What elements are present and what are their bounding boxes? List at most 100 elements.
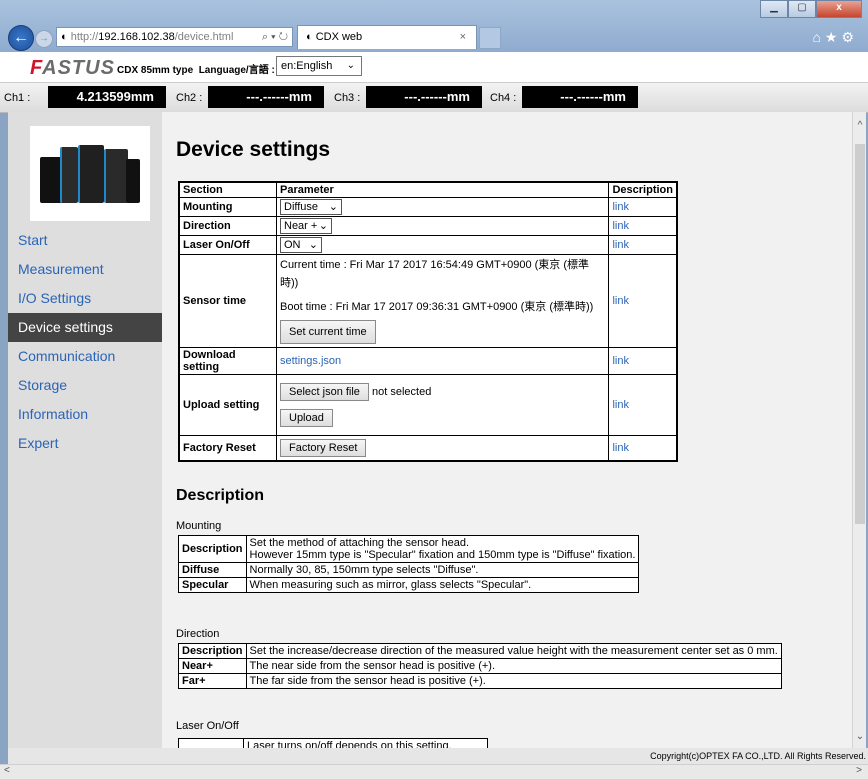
desc-key: Far+ <box>178 673 247 689</box>
table-row: Diffuse Normally 30, 85, 150mm type sele… <box>178 562 640 578</box>
sidebar-item-communication[interactable]: Communication <box>8 342 162 371</box>
table-row: Near+ The near side from the sensor head… <box>178 658 782 674</box>
ch2-value: ---.------mm <box>208 86 324 108</box>
chevron-down-icon: ⌄ <box>346 60 355 71</box>
browser-titlebar: ▁ ▢ x ← → ◐ http://192.168.102.38/device… <box>0 0 868 52</box>
forward-arrow-icon[interactable]: → <box>35 30 53 48</box>
fastus-logo: FASTUS <box>30 57 115 79</box>
channel-bar: Ch1 : 4.213599mm Ch2 : ---.------mm Ch3 … <box>0 83 868 113</box>
desc-text: Set the increase/decrease direction of t… <box>245 643 782 659</box>
table-row: Specular When measuring such as mirror, … <box>178 577 640 593</box>
sidebar-item-io-settings[interactable]: I/O Settings <box>8 284 162 313</box>
sidebar-item-start[interactable]: Start <box>8 226 162 255</box>
laser-link[interactable]: link <box>612 239 629 251</box>
url-prefix: http:// <box>70 31 99 43</box>
direction-link[interactable]: link <box>612 220 629 232</box>
back-arrow-icon[interactable]: ← <box>8 25 34 51</box>
mounting-desc-table: Description Set the method of attaching … <box>178 535 640 593</box>
description-title: Description <box>176 487 265 504</box>
sidebar-item-device-settings[interactable]: Device settings <box>8 313 162 342</box>
browser-navbar: ← → ◐ http://192.168.102.38/device.html … <box>0 24 868 52</box>
col-section: Section <box>178 181 277 198</box>
ch1-label: Ch1 : <box>4 92 31 104</box>
mounting-label: Mounting <box>178 197 277 217</box>
table-row: Upload setting Select json file not sele… <box>178 374 678 436</box>
search-refresh-icon[interactable]: ⌕ ▾ ↻ <box>262 28 288 46</box>
close-window-button[interactable]: x <box>816 0 862 18</box>
chevron-down-icon: ⌄ <box>318 220 328 232</box>
laser-select[interactable]: ON ⌄ <box>280 237 322 253</box>
boot-time-text: Boot time : Fri Mar 17 2017 09:36:31 GMT… <box>280 301 594 313</box>
main-frame: Start Measurement I/O Settings Device se… <box>8 112 866 764</box>
language-label: Language/言語 : <box>198 65 275 76</box>
table-row: Direction Near + ⌄ link <box>178 216 678 236</box>
set-current-time-button[interactable]: Set current time <box>280 320 376 344</box>
address-bar[interactable]: ◐ http://192.168.102.38/device.html ⌕ ▾ … <box>56 27 293 47</box>
sensor-time-label: Sensor time <box>178 254 277 348</box>
sidebar-nav: Start Measurement I/O Settings Device se… <box>8 226 162 458</box>
mounting-desc-label: Mounting <box>176 520 222 532</box>
sensor-time-link[interactable]: link <box>612 295 629 307</box>
download-label: Download setting <box>178 347 277 375</box>
factory-reset-label: Factory Reset <box>178 435 277 462</box>
scroll-down-icon[interactable]: ⌄ <box>854 731 866 742</box>
new-tab-button[interactable] <box>479 27 501 49</box>
scroll-left-icon[interactable]: < <box>4 765 10 776</box>
desc-text: When measuring such as mirror, glass sel… <box>245 577 640 593</box>
upload-link[interactable]: link <box>612 399 629 411</box>
device-image <box>30 126 150 221</box>
table-row: Mounting Diffuse ⌄ link <box>178 197 678 217</box>
direction-desc-label: Direction <box>176 628 220 640</box>
table-row: Far+ The far side from the sensor head i… <box>178 673 782 689</box>
laser-label: Laser On/Off <box>178 235 277 255</box>
close-tab-icon[interactable]: × <box>460 26 466 48</box>
desc-key: Near+ <box>178 658 247 674</box>
content-area: Device settings Section Parameter Descri… <box>162 112 852 764</box>
file-status-text: not selected <box>372 386 432 398</box>
direction-select[interactable]: Near + ⌄ <box>280 218 332 234</box>
upload-label: Upload setting <box>178 374 277 436</box>
download-link[interactable]: link <box>612 355 629 367</box>
col-description: Description <box>608 181 678 198</box>
maximize-button[interactable]: ▢ <box>788 0 816 18</box>
table-row: Sensor time Current time : Fri Mar 17 20… <box>178 254 678 348</box>
scroll-thumb[interactable] <box>855 144 865 524</box>
horizontal-scrollbar[interactable]: < > <box>0 764 868 779</box>
language-select[interactable]: en:English ⌄ <box>276 56 362 76</box>
factory-reset-button[interactable]: Factory Reset <box>280 439 367 457</box>
sidebar-item-expert[interactable]: Expert <box>8 429 162 458</box>
col-parameter: Parameter <box>275 181 610 198</box>
vertical-scrollbar[interactable]: ^ ⌄ <box>852 112 866 764</box>
scroll-up-icon[interactable]: ^ <box>854 120 866 131</box>
window-controls: ▁ ▢ x <box>760 0 862 18</box>
table-row: Description Set the increase/decrease di… <box>178 643 782 659</box>
desc-text: The near side from the sensor head is po… <box>245 658 782 674</box>
model-label: CDX 85mm type Language/言語 : <box>117 65 275 76</box>
select-json-file-button[interactable]: Select json file <box>280 383 369 401</box>
minimize-button[interactable]: ▁ <box>760 0 788 18</box>
scroll-right-icon[interactable]: > <box>856 765 862 776</box>
desc-key: Description <box>178 643 247 659</box>
table-row: Laser On/Off ON ⌄ link <box>178 235 678 255</box>
url-host: 192.168.102.38 <box>98 31 175 43</box>
sidebar-item-storage[interactable]: Storage <box>8 371 162 400</box>
ch4-value: ---.------mm <box>522 86 638 108</box>
sidebar: Start Measurement I/O Settings Device se… <box>8 112 162 764</box>
mounting-select[interactable]: Diffuse ⌄ <box>280 199 342 215</box>
desc-key: Description <box>178 535 247 563</box>
sidebar-item-measurement[interactable]: Measurement <box>8 255 162 284</box>
home-star-gear-icon[interactable]: ⌂★⚙ <box>812 29 858 46</box>
mounting-link[interactable]: link <box>612 201 629 213</box>
settings-json-link[interactable]: settings.json <box>280 355 341 367</box>
sidebar-item-information[interactable]: Information <box>8 400 162 429</box>
laser-desc-label: Laser On/Off <box>176 720 239 732</box>
upload-button[interactable]: Upload <box>280 409 333 427</box>
browser-tab[interactable]: ◐ CDX web × <box>297 25 477 49</box>
factory-reset-link[interactable]: link <box>612 442 629 454</box>
desc-text: The far side from the sensor head is pos… <box>245 673 782 689</box>
tab-favicon-icon: ◐ <box>306 31 316 43</box>
table-row: Factory Reset Factory Reset link <box>178 435 678 462</box>
settings-header-row: Section Parameter Description <box>178 181 678 198</box>
page-title: Device settings <box>176 138 331 161</box>
desc-text: Set the method of attaching the sensor h… <box>249 537 470 549</box>
